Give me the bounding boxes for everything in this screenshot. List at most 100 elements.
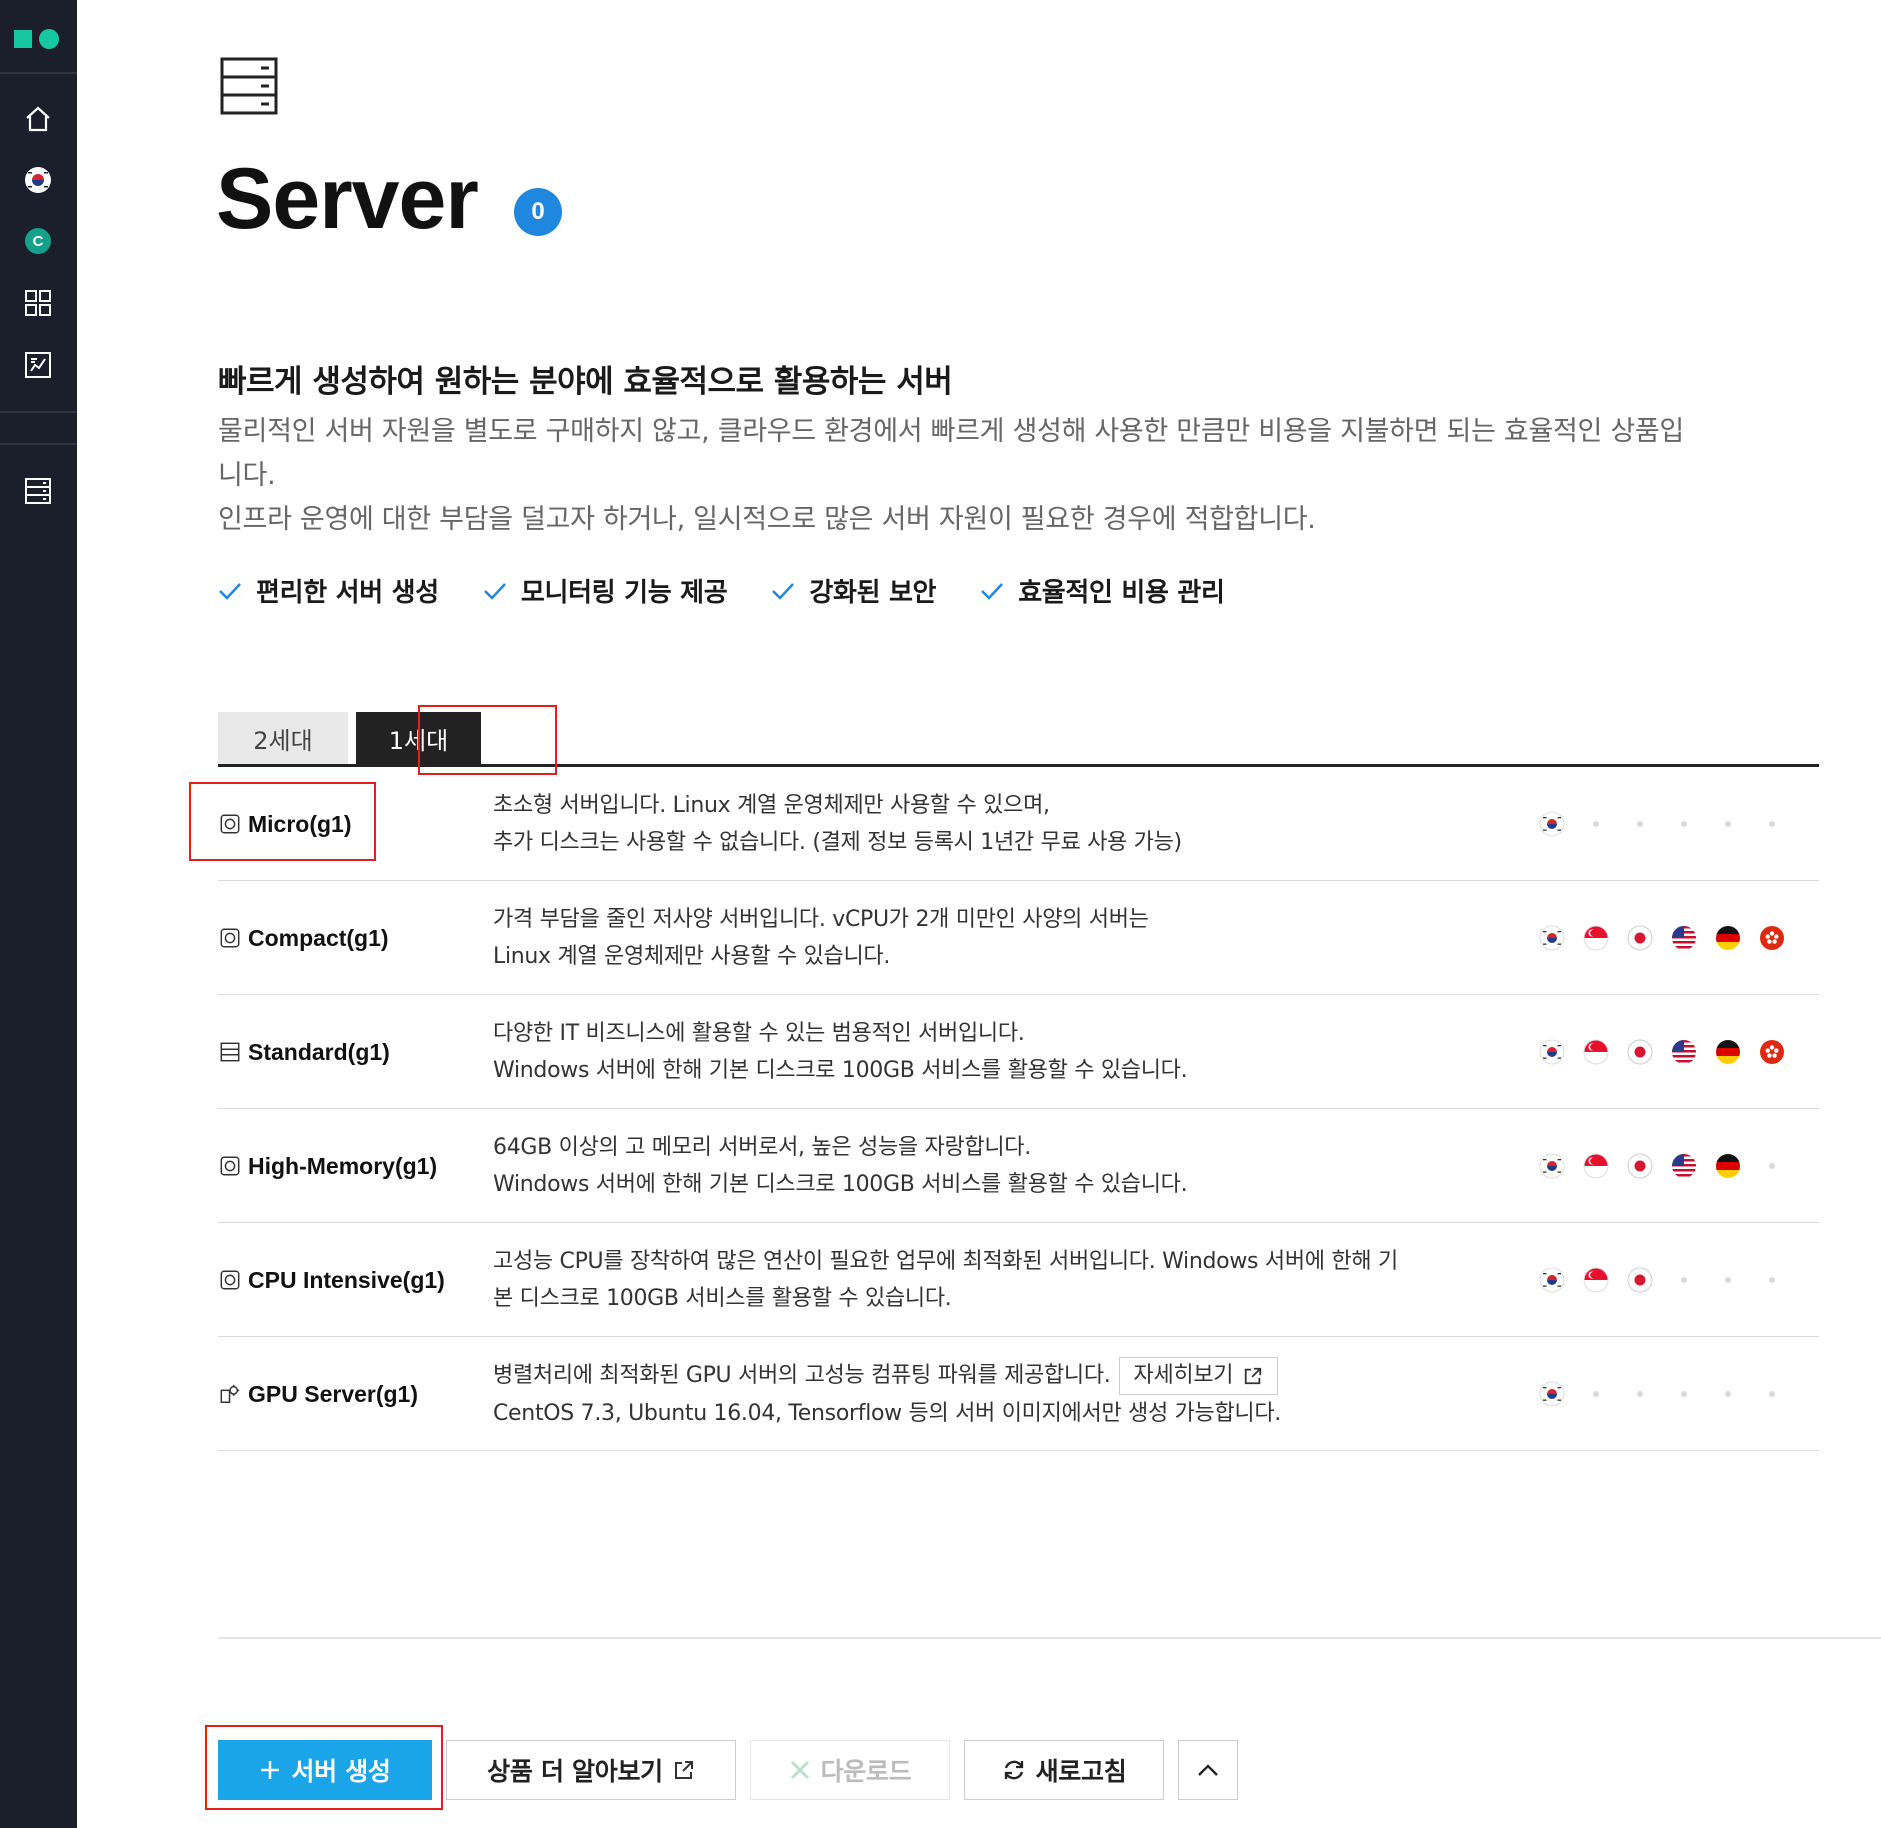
chevron-up-icon: [1198, 1764, 1218, 1776]
detail-link-label: 자세히보기: [1133, 1363, 1234, 1388]
external-link-icon: [1245, 1367, 1262, 1384]
grid-icon[interactable]: [21, 286, 55, 320]
check-icon: [981, 582, 1004, 600]
region-flags: [1539, 995, 1785, 1109]
check-icon: [483, 582, 506, 600]
region-unavailable-dot: [1583, 811, 1609, 837]
product-desc-line: 다양한 IT 비즈니스에 활용할 수 있는 범용적인 서버입니다.: [493, 1021, 1025, 1046]
sidebar: C: [0, 0, 77, 1828]
product-name-label: CPU Intensive(g1): [248, 1266, 445, 1293]
detail-link-button[interactable]: 자세히보기: [1118, 1356, 1279, 1395]
download-label: 다운로드: [820, 1757, 912, 1786]
region-unavailable-dot: [1671, 1267, 1697, 1293]
svg-text:C: C: [33, 233, 44, 250]
feature-item: 모니터링 기능 제공: [483, 572, 728, 609]
product-name-label: GPU Server(g1): [248, 1380, 419, 1407]
region-unavailable-dot: [1759, 811, 1785, 837]
page-title: Server: [216, 151, 479, 247]
feature-list: 편리한 서버 생성 모니터링 기능 제공 강화된 보안 효율적인 비용 관리: [218, 572, 1225, 609]
refresh-button[interactable]: 새로고침: [964, 1740, 1164, 1800]
feature-label: 편리한 서버 생성: [256, 578, 439, 608]
tab-gen2[interactable]: 2세대: [218, 712, 348, 764]
learn-more-label: 상품 더 알아보기: [487, 1757, 663, 1786]
korea-flag-icon: [1539, 811, 1565, 837]
product-name[interactable]: Standard(g1): [218, 995, 390, 1109]
region-unavailable-dot: [1627, 1381, 1653, 1407]
brand-logo[interactable]: [14, 28, 60, 50]
region-unavailable-dot: [1759, 1153, 1785, 1179]
collapse-button[interactable]: [1178, 1740, 1238, 1800]
region-unavailable-dot: [1671, 1381, 1697, 1407]
sidebar-divider: [0, 411, 77, 413]
product-description: 다양한 IT 비즈니스에 활용할 수 있는 범용적인 서버입니다. Windows…: [493, 995, 1543, 1109]
feature-label: 효율적인 비용 관리: [1018, 578, 1225, 608]
japan-flag-icon: [1627, 1153, 1653, 1179]
memory-server-icon: [218, 1154, 242, 1178]
product-description: 고성능 CPU를 장착하여 많은 연산이 필요한 업무에 최적화된 서버입니다.…: [493, 1223, 1543, 1337]
usa-flag-icon: [1671, 1153, 1697, 1179]
learn-more-button[interactable]: 상품 더 알아보기: [446, 1740, 736, 1800]
region-unavailable-dot: [1759, 1381, 1785, 1407]
sidebar-divider: [0, 72, 77, 74]
check-icon: [219, 582, 241, 600]
home-icon[interactable]: [21, 102, 55, 136]
server-rack-icon: [219, 56, 279, 120]
region-unavailable-dot: [1627, 811, 1653, 837]
product-desc-line: 초소형 서버입니다. Linux 계열 운영체제만 사용할 수 있으며,: [493, 793, 1050, 818]
product-desc-line: Linux 계열 운영체제만 사용할 수 있습니다.: [493, 944, 891, 969]
divider: [218, 1637, 1881, 1639]
feature-item: 효율적인 비용 관리: [980, 572, 1225, 609]
count-badge: 0: [514, 188, 562, 236]
product-row: CPU Intensive(g1) 고성능 CPU를 장착하여 많은 연산이 필…: [218, 1223, 1819, 1337]
korea-flag-icon: [1539, 1153, 1565, 1179]
region-unavailable-dot: [1715, 1381, 1741, 1407]
product-name-label: High-Memory(g1): [248, 1152, 438, 1179]
product-name[interactable]: Compact(g1): [218, 881, 389, 995]
singapore-flag-icon: [1583, 1039, 1609, 1065]
feature-label: 강화된 보안: [809, 578, 937, 608]
external-link-icon: [674, 1761, 693, 1779]
korea-flag-icon[interactable]: [21, 163, 55, 197]
product-name-label: Standard(g1): [248, 1038, 390, 1065]
desc-line: 물리적인 서버 자원을 별도로 구매하지 않고, 클라우드 환경에서 빠르게 생…: [218, 416, 1684, 447]
product-description: 초소형 서버입니다. Linux 계열 운영체제만 사용할 수 있으며, 추가 디…: [493, 767, 1543, 881]
germany-flag-icon: [1715, 1153, 1741, 1179]
main-content: Server 0 빠르게 생성하여 원하는 분야에 효율적으로 활용하는 서버 …: [77, 0, 1881, 1828]
region-flags: [1539, 767, 1785, 881]
create-highlight-box: [205, 1725, 443, 1810]
product-description: 가격 부담을 줄인 저사양 서버입니다. vCPU가 2개 미만인 사양의 서버…: [493, 881, 1543, 995]
server-icon[interactable]: [21, 474, 55, 508]
region-unavailable-dot: [1715, 1267, 1741, 1293]
korea-flag-icon: [1539, 925, 1565, 951]
singapore-flag-icon: [1583, 1153, 1609, 1179]
c-badge-icon[interactable]: C: [21, 224, 55, 258]
feature-item: 강화된 보안: [771, 572, 936, 609]
germany-flag-icon: [1715, 1039, 1741, 1065]
product-desc-line: 고성능 CPU를 장착하여 많은 연산이 필요한 업무에 최적화된 서버입니다.…: [493, 1249, 1398, 1274]
region-flags: [1539, 1337, 1785, 1451]
standard-server-icon: [218, 1040, 242, 1064]
singapore-flag-icon: [1583, 1267, 1609, 1293]
product-row: Standard(g1) 다양한 IT 비즈니스에 활용할 수 있는 범용적인 …: [218, 995, 1819, 1109]
refresh-icon: [1004, 1760, 1023, 1780]
dashboard-icon[interactable]: [21, 348, 55, 382]
product-row: Micro(g1) 초소형 서버입니다. Linux 계열 운영체제만 사용할 …: [218, 767, 1819, 881]
japan-flag-icon: [1627, 1039, 1653, 1065]
region-unavailable-dot: [1671, 811, 1697, 837]
product-row: Compact(g1) 가격 부담을 줄인 저사양 서버입니다. vCPU가 2…: [218, 881, 1819, 995]
product-desc-line: Windows 서버에 한해 기본 디스크로 100GB 서비스를 활용할 수 …: [493, 1058, 1188, 1083]
region-flags: [1539, 1223, 1785, 1337]
product-row: GPU Server(g1) 병렬처리에 최적화된 GPU 서버의 고성능 컴퓨…: [218, 1337, 1819, 1451]
product-desc-line: CentOS 7.3, Ubuntu 16.04, Tensorflow 등의 …: [493, 1400, 1281, 1426]
usa-flag-icon: [1671, 925, 1697, 951]
check-icon: [772, 582, 795, 600]
product-description: 64GB 이상의 고 메모리 서버로서, 높은 성능을 자랑합니다. Window…: [493, 1109, 1543, 1223]
product-name[interactable]: High-Memory(g1): [218, 1109, 437, 1223]
product-row: High-Memory(g1) 64GB 이상의 고 메모리 서버로서, 높은 …: [218, 1109, 1819, 1223]
product-name[interactable]: CPU Intensive(g1): [218, 1223, 445, 1337]
download-button[interactable]: 다운로드: [750, 1740, 950, 1800]
won-server-icon: [218, 926, 242, 950]
product-name[interactable]: GPU Server(g1): [218, 1337, 418, 1451]
korea-flag-icon: [1539, 1381, 1565, 1407]
refresh-label: 새로고침: [1035, 1757, 1127, 1786]
